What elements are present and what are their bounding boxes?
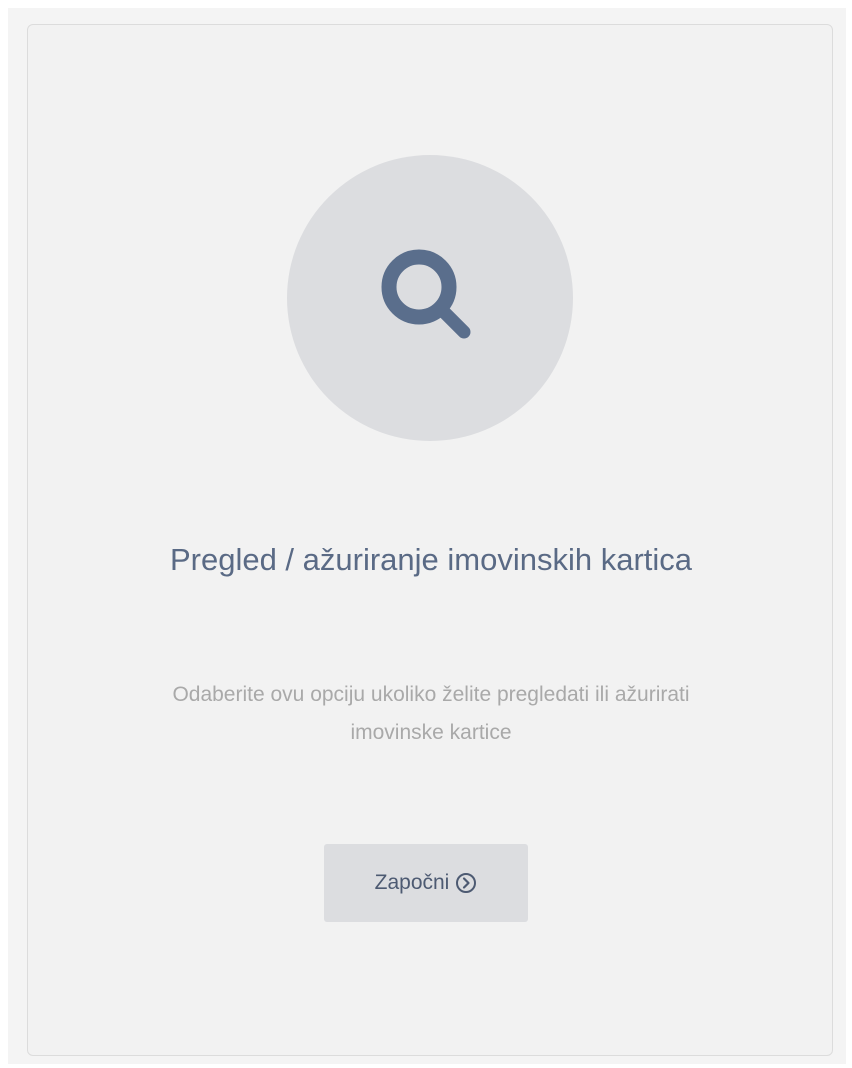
option-card: Pregled / ažuriranje imovinskih kartica …	[27, 24, 833, 1056]
card-title: Pregled / ažuriranje imovinskih kartica	[169, 542, 693, 577]
card-description: Odaberite ovu opciju ukoliko želite preg…	[172, 683, 690, 744]
search-icon	[381, 249, 471, 339]
icon-circle	[287, 155, 573, 441]
chevron-circle-right-icon	[455, 872, 477, 894]
start-button-label: Započni	[374, 871, 450, 894]
start-button[interactable]: Započni	[324, 844, 528, 922]
